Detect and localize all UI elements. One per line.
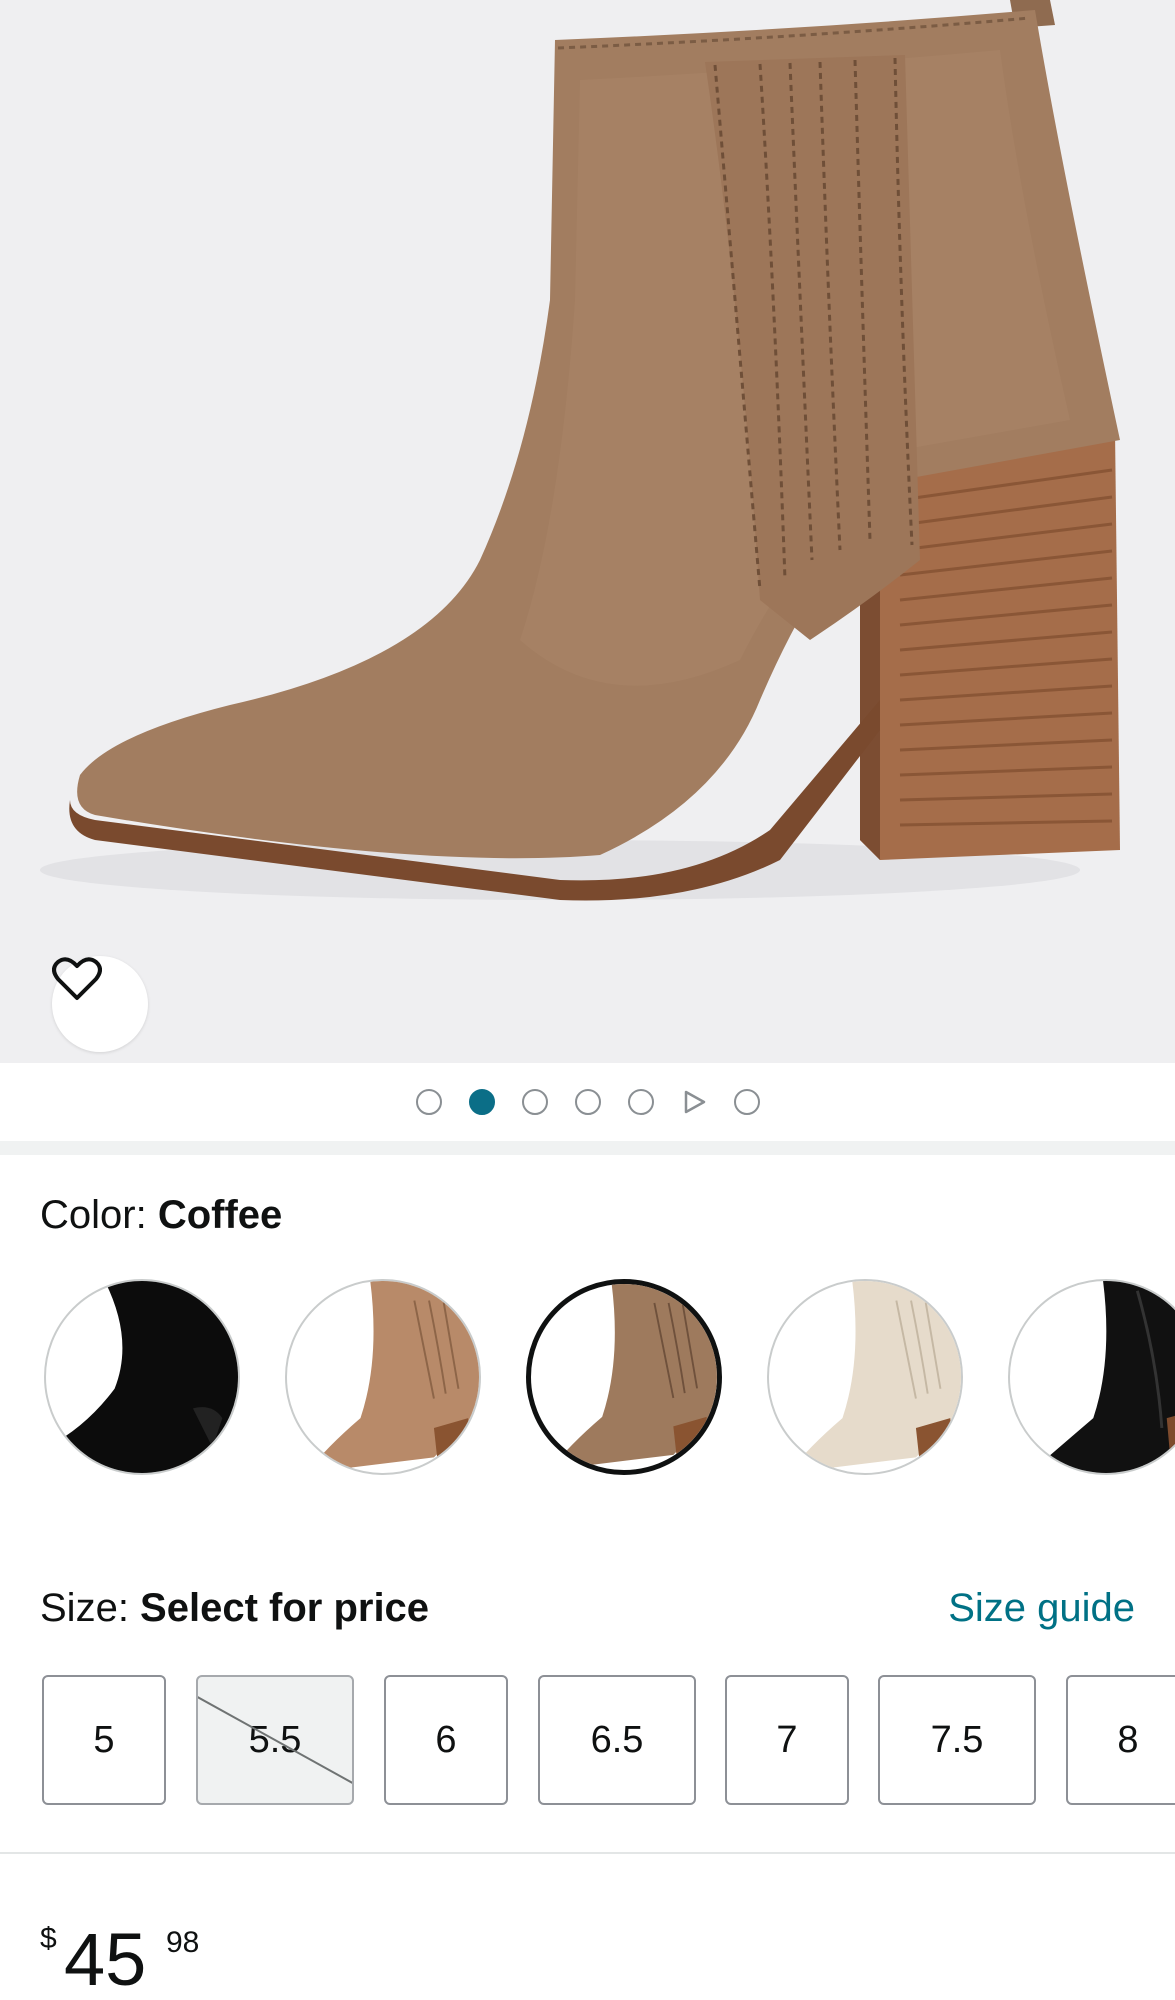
boot-thumbnail bbox=[306, 1281, 479, 1473]
carousel-dot-2[interactable] bbox=[468, 1089, 495, 1115]
price-whole: 45 bbox=[64, 1918, 147, 2000]
boot-thumbnail bbox=[788, 1281, 961, 1473]
carousel-video-dot[interactable] bbox=[681, 1089, 707, 1115]
heart-outline-icon bbox=[52, 957, 102, 1000]
boot-thumbnail bbox=[1029, 1281, 1175, 1473]
price-symbol: $ bbox=[40, 1922, 57, 1955]
carousel-dot-1[interactable] bbox=[415, 1089, 442, 1115]
color-swatch-tan[interactable] bbox=[285, 1279, 481, 1475]
size-option-7-5[interactable]: 7.5 bbox=[878, 1675, 1036, 1805]
product-image[interactable] bbox=[0, 0, 1175, 1063]
size-option-list: 5 5.5 6 6.5 7 7.5 8 bbox=[0, 1675, 1175, 1807]
image-carousel-indicator bbox=[0, 1063, 1175, 1141]
size-selection-label: Size: Select for price bbox=[40, 1582, 429, 1634]
add-to-wishlist-button[interactable] bbox=[52, 956, 148, 1052]
size-label: Size: bbox=[40, 1586, 141, 1630]
size-option-5-5-unavailable[interactable]: 5.5 bbox=[196, 1675, 354, 1805]
color-swatch-black[interactable] bbox=[44, 1279, 240, 1475]
size-option-6-5[interactable]: 6.5 bbox=[538, 1675, 696, 1805]
color-swatch-coffee[interactable] bbox=[526, 1279, 722, 1475]
price-fraction: 98 bbox=[166, 1926, 200, 1959]
section-divider bbox=[0, 1141, 1175, 1155]
size-option-6[interactable]: 6 bbox=[384, 1675, 508, 1805]
size-option-label: 5.5 bbox=[248, 1718, 302, 1761]
carousel-dot-4[interactable] bbox=[574, 1089, 601, 1115]
color-swatch-black-leather[interactable] bbox=[1008, 1279, 1175, 1475]
size-guide-link[interactable]: Size guide bbox=[948, 1582, 1135, 1634]
section-divider bbox=[0, 1852, 1175, 1854]
size-option-8[interactable]: 8 bbox=[1066, 1675, 1175, 1805]
size-option-5[interactable]: 5 bbox=[42, 1675, 166, 1805]
carousel-dot-5[interactable] bbox=[627, 1089, 654, 1115]
color-selection-label: Color: Coffee bbox=[40, 1190, 282, 1240]
size-option-7[interactable]: 7 bbox=[725, 1675, 849, 1805]
boot-thumbnail bbox=[549, 1284, 717, 1470]
selected-color-value: Coffee bbox=[157, 1193, 283, 1237]
boot-thumbnail bbox=[46, 1281, 238, 1473]
play-icon bbox=[684, 1090, 705, 1114]
color-swatch-list bbox=[0, 1275, 1175, 1481]
color-swatch-beige[interactable] bbox=[767, 1279, 963, 1475]
carousel-dot-3[interactable] bbox=[521, 1089, 548, 1115]
size-prompt: Select for price bbox=[140, 1586, 430, 1630]
ankle-boot-illustration bbox=[40, 0, 1121, 901]
color-label: Color: bbox=[40, 1193, 158, 1237]
carousel-dot-7[interactable] bbox=[733, 1089, 760, 1115]
